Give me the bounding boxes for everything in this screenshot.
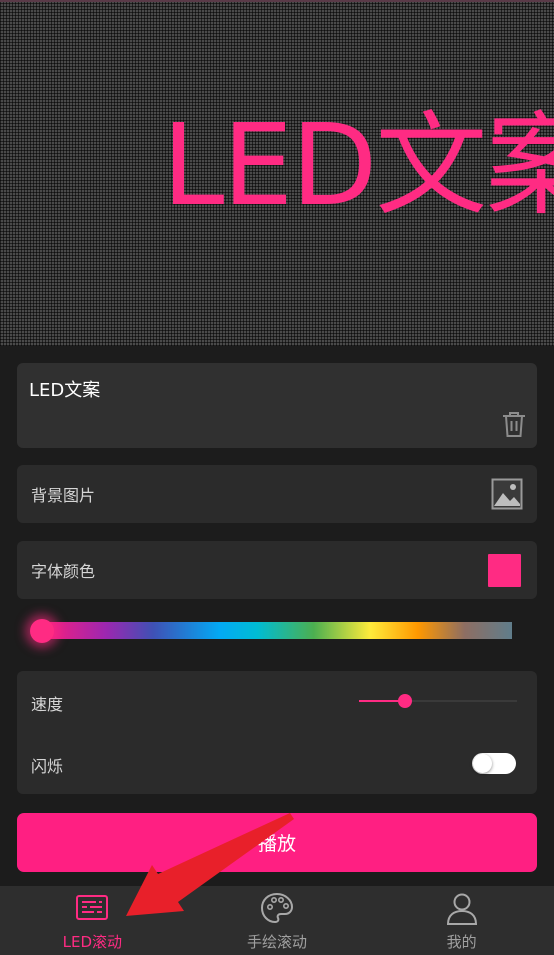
flash-row: 闪烁 <box>31 751 523 777</box>
flash-toggle[interactable] <box>472 753 516 774</box>
font-color-label: 字体颜色 <box>31 562 96 581</box>
font-color-row[interactable]: 字体颜色 <box>17 541 537 599</box>
color-hue-slider[interactable] <box>30 614 514 644</box>
led-preview-display: LED文案 <box>0 0 554 346</box>
speed-row: 速度 <box>31 689 523 715</box>
nav-item-hand-drawn-scroll[interactable]: 手绘滚动 <box>185 886 370 955</box>
led-board-icon <box>76 895 109 920</box>
nav-item-led-scroll[interactable]: LED滚动 <box>0 886 185 955</box>
led-scrolling-text: LED文案 <box>162 101 554 231</box>
background-image-row[interactable]: 背景图片 <box>17 465 537 523</box>
nav-item-profile[interactable]: 我的 <box>369 886 554 955</box>
flash-toggle-knob[interactable] <box>473 754 492 773</box>
flash-label: 闪烁 <box>31 757 64 776</box>
hue-slider-thumb[interactable] <box>30 619 54 643</box>
palette-icon <box>260 892 294 924</box>
led-text-input-card[interactable]: LED文案 <box>17 363 537 448</box>
image-icon[interactable] <box>491 478 523 510</box>
background-image-label: 背景图片 <box>31 486 96 505</box>
font-color-swatch[interactable] <box>488 553 521 587</box>
led-text-input[interactable]: LED文案 <box>29 376 100 402</box>
led-app: LED文案 LED文案 背景图片 字体颜色 速度 闪烁 播放 LED滚动 手绘滚… <box>0 0 554 955</box>
nav-label-hand-drawn-scroll: 手绘滚动 <box>247 933 308 951</box>
nav-label-led-scroll: LED滚动 <box>62 933 123 951</box>
user-icon <box>446 893 477 925</box>
speed-slider-thumb[interactable] <box>398 694 412 708</box>
speed-label: 速度 <box>31 695 64 714</box>
play-button[interactable]: 播放 <box>17 813 537 872</box>
hue-slider-track[interactable] <box>40 622 512 639</box>
bottom-navigation: LED滚动 手绘滚动 我的 <box>0 886 554 955</box>
settings-card: 速度 闪烁 <box>17 671 537 794</box>
speed-slider[interactable] <box>359 693 517 709</box>
nav-label-profile: 我的 <box>446 933 477 951</box>
trash-icon[interactable] <box>501 410 527 438</box>
